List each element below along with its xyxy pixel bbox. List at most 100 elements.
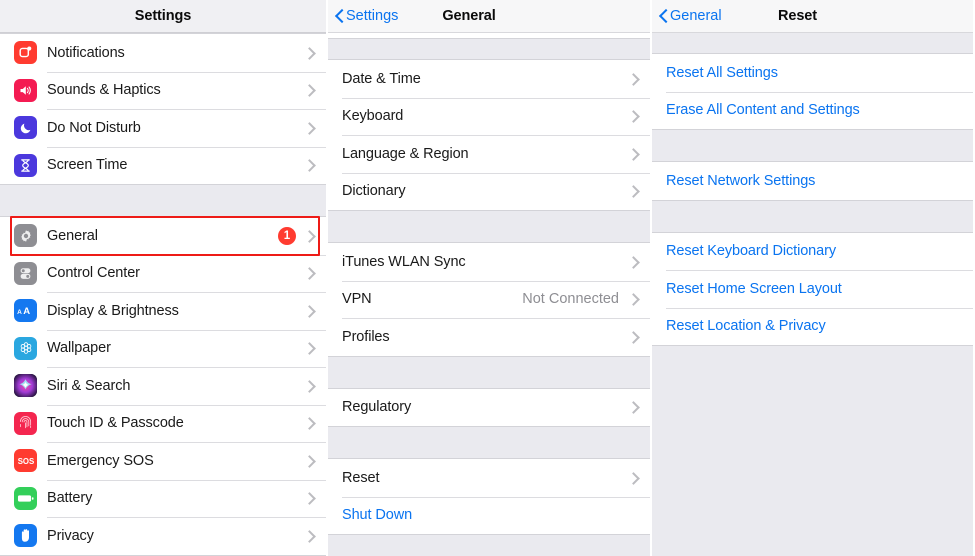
sidebar-item-screen-time[interactable]: Screen Time [0,146,326,184]
battery-icon [14,486,37,510]
control-center-icon [14,261,37,285]
list-item-reset-all-settings[interactable]: Reset All Settings [652,54,973,92]
chevron-right-icon [305,83,314,98]
group-separator [0,185,326,216]
list-item-dictionary[interactable]: Dictionary [328,172,650,210]
sidebar-item-label: Wallpaper [47,340,111,357]
list-item-profiles[interactable]: Profiles [328,318,650,356]
chevron-right-icon [305,228,314,243]
sidebar-item-label: Privacy [47,527,94,544]
general-group-3: Regulatory [328,387,650,427]
list-item-label: VPN [342,291,372,308]
sounds-haptics-icon [14,78,37,102]
sidebar-item-touch-id-passcode[interactable]: Touch ID & Passcode [0,404,326,442]
sidebar-item-label: Siri & Search [47,377,131,394]
touch-id-icon [14,411,37,435]
sidebar-item-battery[interactable]: Battery [0,479,326,517]
sidebar-item-emergency-sos[interactable]: SOS Emergency SOS [0,442,326,480]
list-item-reset-network-settings[interactable]: Reset Network Settings [652,162,973,200]
sidebar-item-siri-search[interactable]: Siri & Search [0,367,326,405]
list-item-label: Reset [342,469,380,486]
general-group-1: Date & Time Keyboard Language & Region D… [328,59,650,211]
settings-group-1: Notifications Sounds & Haptics Do Not Di… [0,33,326,185]
list-item-reset-location-privacy[interactable]: Reset Location & Privacy [652,307,973,345]
reset-navbar: General Reset [652,0,973,33]
list-item-itunes-wlan-sync[interactable]: iTunes WLAN Sync [328,243,650,281]
list-item-shut-down[interactable]: Shut Down [328,496,650,534]
svg-text:SOS: SOS [17,457,34,466]
back-button-settings[interactable]: Settings [328,8,398,24]
reset-panel: General Reset Reset All Settings Erase A… [652,0,973,556]
ios-settings-screenshot: Settings Notifications Sounds & Haptics … [0,0,975,556]
sidebar-item-wallpaper[interactable]: Wallpaper [0,329,326,367]
chevron-right-icon [629,109,638,124]
sidebar-item-control-center[interactable]: Control Center [0,254,326,292]
list-item-label: Reset Location & Privacy [666,318,826,335]
sidebar-item-label: Display & Brightness [47,302,179,319]
settings-panel: Settings Notifications Sounds & Haptics … [0,0,328,556]
screen-time-icon [14,153,37,177]
list-item-reset-home-screen-layout[interactable]: Reset Home Screen Layout [652,270,973,308]
list-item-keyboard[interactable]: Keyboard [328,97,650,135]
sidebar-item-sounds-haptics[interactable]: Sounds & Haptics [0,71,326,109]
sidebar-item-general[interactable]: General 1 [0,217,326,255]
list-item-label: Date & Time [342,70,421,87]
list-item-value: Not Connected [522,291,619,308]
list-item-reset[interactable]: Reset [328,459,650,497]
list-item-label: Regulatory [342,399,412,416]
general-panel: Settings General Date & Time Keyboard La… [328,0,652,556]
list-item-regulatory[interactable]: Regulatory [328,388,650,426]
back-button-general[interactable]: General [652,8,722,24]
chevron-right-icon [305,120,314,135]
back-button-label: General [670,8,722,24]
sidebar-item-display-brightness[interactable]: A A Display & Brightness [0,292,326,330]
list-item-vpn[interactable]: VPN Not Connected [328,280,650,318]
list-item-label: Reset Keyboard Dictionary [666,243,836,260]
sidebar-item-label: Screen Time [47,157,128,174]
general-icon [14,224,37,248]
chevron-right-icon [305,453,314,468]
list-item-date-time[interactable]: Date & Time [328,60,650,98]
general-group-4: Reset Shut Down [328,458,650,535]
chevron-right-icon [305,303,314,318]
status-badge: 1 [278,226,296,245]
reset-group-1: Reset All Settings Erase All Content and… [652,53,973,130]
sidebar-item-label: Emergency SOS [47,452,154,469]
sidebar-item-label: Notifications [47,44,125,61]
back-button-label: Settings [346,8,399,24]
settings-list[interactable]: Notifications Sounds & Haptics Do Not Di… [0,33,326,556]
chevron-right-icon [305,491,314,506]
siri-search-icon [14,374,37,398]
group-separator [652,200,973,232]
list-item-language-region[interactable]: Language & Region [328,135,650,173]
settings-navbar: Settings [0,0,326,33]
chevron-right-icon [305,158,314,173]
group-separator [328,39,650,59]
display-brightness-icon: A A [14,299,37,323]
list-item-erase-all-content-and-settings[interactable]: Erase All Content and Settings [652,91,973,129]
chevron-right-icon [629,184,638,199]
page-title-reset: Reset [778,8,817,24]
chevron-right-icon [305,341,314,356]
notifications-icon [14,41,37,65]
list-item-label: Reset Home Screen Layout [666,280,842,297]
reset-list[interactable]: Reset All Settings Erase All Content and… [652,33,973,556]
chevron-right-icon [305,45,314,60]
chevron-right-icon [305,528,314,543]
sidebar-item-privacy[interactable]: Privacy [0,517,326,555]
list-item-label: Reset Network Settings [666,172,816,189]
sidebar-item-label: Sounds & Haptics [47,82,161,99]
group-separator [652,130,973,161]
general-list[interactable]: Date & Time Keyboard Language & Region D… [328,33,650,556]
sidebar-item-label: Do Not Disturb [47,119,141,136]
list-item-label: Dictionary [342,183,406,200]
sidebar-item-notifications[interactable]: Notifications [0,34,326,72]
sidebar-item-do-not-disturb[interactable]: Do Not Disturb [0,109,326,147]
settings-group-2: General 1 Control Center A A Display & B… [0,216,326,556]
group-separator [652,33,973,53]
chevron-left-icon [659,8,668,24]
list-item-reset-keyboard-dictionary[interactable]: Reset Keyboard Dictionary [652,232,973,270]
emergency-sos-icon: SOS [14,449,37,473]
svg-text:A: A [23,306,30,317]
chevron-right-icon [305,378,314,393]
